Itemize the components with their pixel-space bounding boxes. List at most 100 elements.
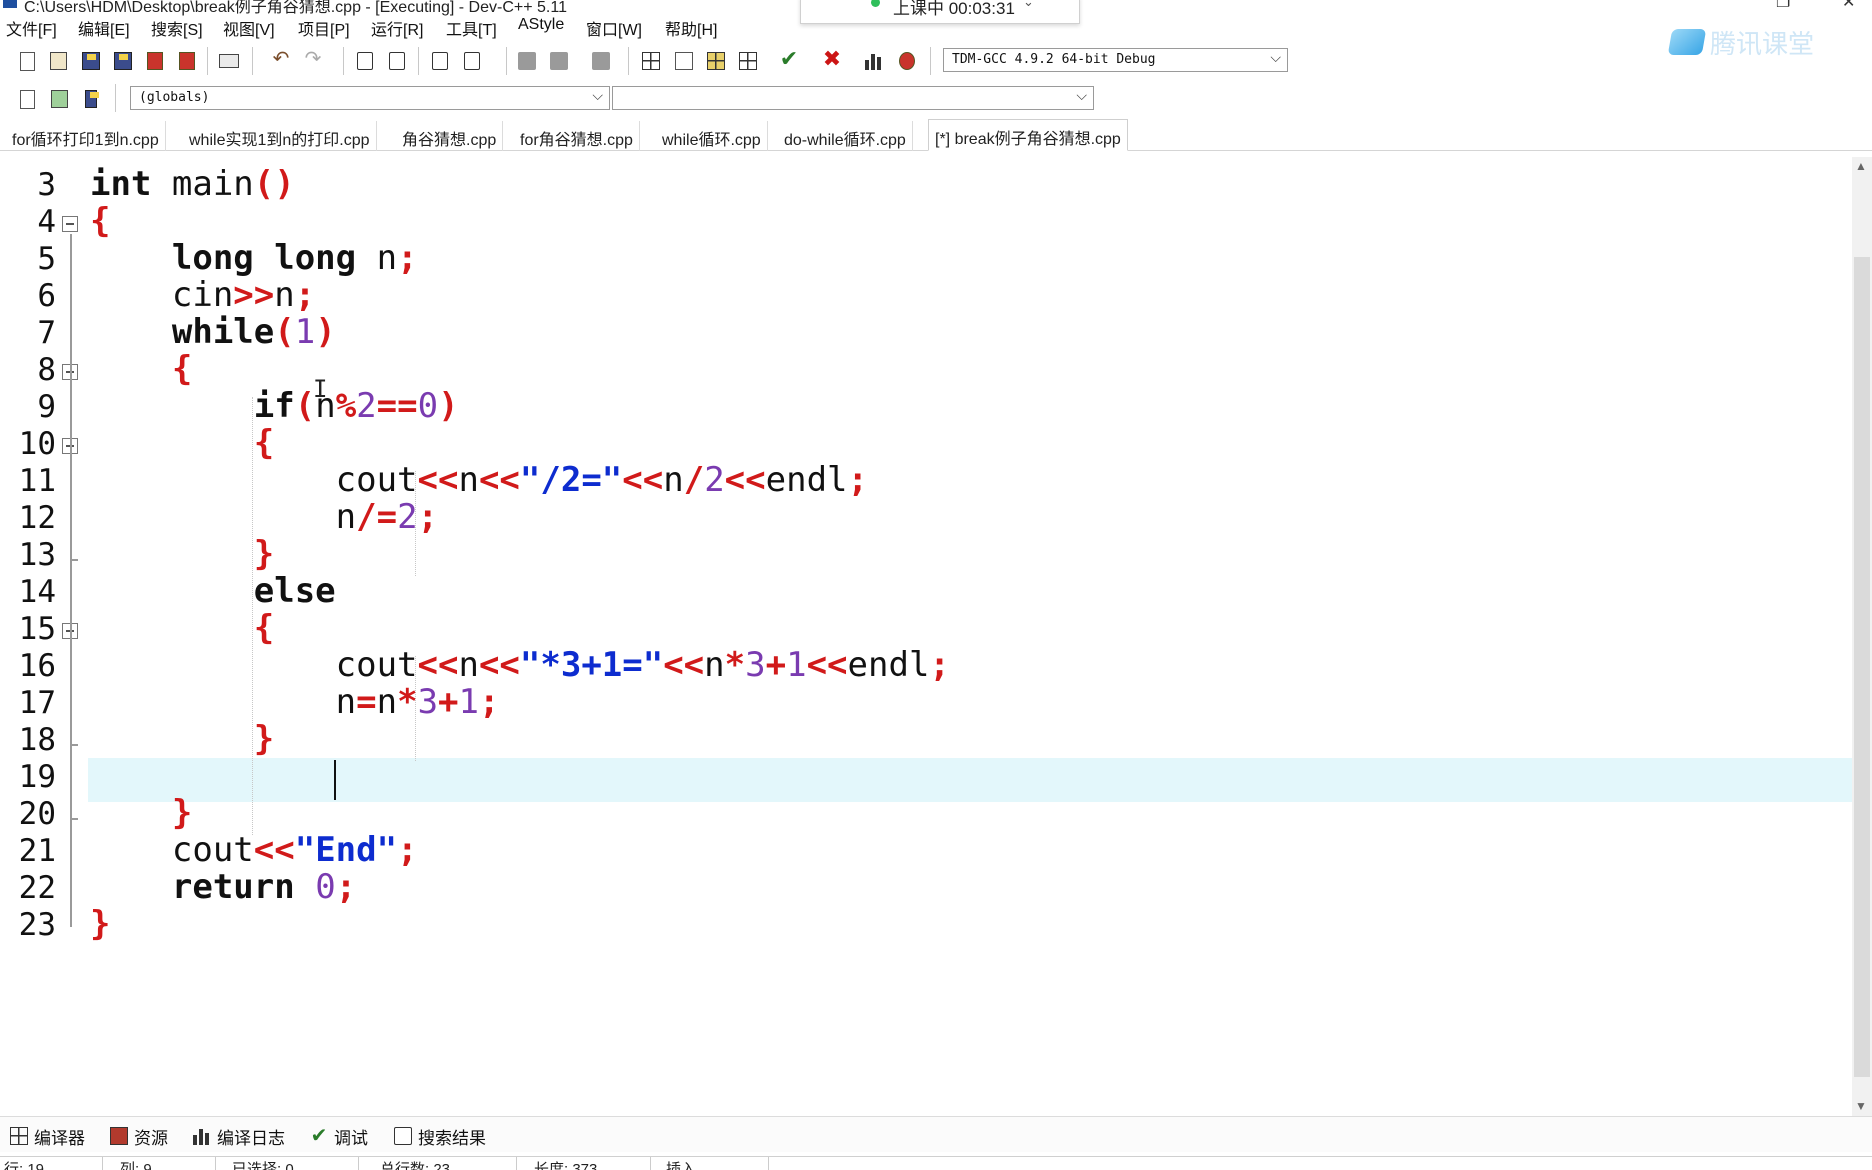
menu-project[interactable]: 项目[P] bbox=[298, 16, 350, 40]
goto-icon[interactable] bbox=[588, 48, 614, 74]
code-line[interactable]: } bbox=[90, 904, 110, 944]
menu-view[interactable]: 视图[V] bbox=[223, 16, 275, 40]
menu-run[interactable]: 运行[R] bbox=[371, 16, 423, 40]
code-line[interactable]: cout<<"End"; bbox=[90, 830, 418, 870]
toolbar-separator bbox=[506, 47, 507, 75]
code-line[interactable]: { bbox=[90, 349, 192, 389]
insert-icon[interactable] bbox=[14, 86, 40, 112]
code-token: { bbox=[253, 423, 275, 463]
chevron-down-icon[interactable]: ⌵ bbox=[592, 88, 603, 104]
code-line[interactable]: if(n%2==0) bbox=[90, 386, 459, 426]
code-token: << bbox=[806, 645, 848, 685]
menu-file[interactable]: 文件[F] bbox=[6, 16, 57, 40]
tab-compile-log[interactable]: 编译日志 bbox=[193, 1123, 285, 1149]
restore-icon[interactable]: ❐ bbox=[1776, 0, 1790, 12]
scroll-down-icon[interactable]: ▼ bbox=[1855, 1099, 1867, 1113]
back-icon[interactable] bbox=[514, 48, 540, 74]
run-icon[interactable] bbox=[671, 48, 697, 74]
undo-icon[interactable]: ↶ bbox=[268, 46, 294, 72]
code-token: "*3+1=" bbox=[519, 645, 664, 685]
rebuild-icon[interactable] bbox=[735, 48, 761, 74]
compiler-profile-select[interactable]: TDM-GCC 4.9.2 64-bit Debug ⌵ bbox=[943, 48, 1288, 72]
code-line[interactable]: else bbox=[90, 571, 336, 611]
line-number: 15 bbox=[18, 611, 56, 647]
tab-resources[interactable]: 资源 bbox=[110, 1123, 168, 1149]
code-line[interactable]: while(1) bbox=[90, 312, 336, 352]
tab-file[interactable]: while实现1到n的打印.cpp bbox=[183, 121, 377, 151]
tab-file[interactable]: while循环.cpp bbox=[656, 121, 768, 151]
compile-icon[interactable] bbox=[638, 48, 664, 74]
chevron-down-icon[interactable]: ⌵ bbox=[1270, 50, 1281, 66]
code-token: ; bbox=[335, 867, 357, 907]
menu-tools[interactable]: 工具[T] bbox=[446, 16, 497, 40]
function-select[interactable]: ⌵ bbox=[612, 86, 1094, 110]
tab-debug[interactable]: ✔ 调试 bbox=[310, 1123, 368, 1149]
fold-toggle-icon[interactable] bbox=[62, 216, 78, 232]
code-line[interactable]: cin>>n; bbox=[90, 275, 315, 315]
print-icon[interactable] bbox=[216, 48, 242, 74]
code-token: 2 bbox=[704, 460, 725, 500]
toggle-bookmark-icon[interactable] bbox=[46, 86, 72, 112]
menu-help[interactable]: 帮助[H] bbox=[665, 16, 717, 40]
find-icon[interactable] bbox=[352, 48, 378, 74]
code-token: cout bbox=[90, 460, 418, 500]
syntax-check-icon[interactable]: ✔ bbox=[776, 46, 802, 72]
code-line[interactable]: } bbox=[90, 534, 274, 574]
code-line[interactable]: long long n; bbox=[90, 238, 418, 278]
debug-icon[interactable] bbox=[894, 48, 920, 74]
code-line[interactable]: } bbox=[90, 793, 192, 833]
scrollbar-thumb[interactable] bbox=[1854, 257, 1870, 1077]
code-line[interactable]: { bbox=[90, 201, 110, 241]
menu-edit[interactable]: 编辑[E] bbox=[78, 16, 130, 40]
unindent-icon[interactable] bbox=[459, 48, 485, 74]
menu-window[interactable]: 窗口[W] bbox=[586, 16, 642, 40]
tab-search-results[interactable]: 搜索结果 bbox=[394, 1123, 486, 1149]
close-icon[interactable] bbox=[142, 48, 168, 74]
goto-bookmark-icon[interactable] bbox=[78, 86, 104, 112]
code-line[interactable]: { bbox=[90, 608, 274, 648]
profile-icon[interactable] bbox=[862, 48, 888, 74]
open-file-icon[interactable] bbox=[45, 48, 71, 74]
code-line[interactable]: n=n*3+1; bbox=[90, 682, 500, 722]
scroll-up-icon[interactable]: ▲ bbox=[1855, 159, 1867, 173]
save-icon[interactable] bbox=[78, 48, 104, 74]
code-token: if bbox=[253, 386, 295, 426]
code-line[interactable]: int main() bbox=[90, 164, 295, 204]
forward-icon[interactable] bbox=[546, 48, 572, 74]
code-line[interactable]: cout<<n<<"*3+1="<<n*3+1<<endl; bbox=[90, 645, 950, 685]
code-token: << bbox=[478, 645, 520, 685]
stop-icon[interactable]: ✖ bbox=[819, 46, 845, 72]
code-line[interactable]: } bbox=[90, 719, 274, 759]
code-line[interactable]: n/=2; bbox=[90, 497, 438, 537]
code-line[interactable]: cout<<n<<"/2="<<n/2<<endl; bbox=[90, 460, 868, 500]
chevron-down-icon[interactable]: ⌄ bbox=[1023, 0, 1034, 10]
close-all-icon[interactable] bbox=[174, 48, 200, 74]
new-file-icon[interactable] bbox=[14, 48, 40, 74]
code-token: "End" bbox=[294, 830, 398, 870]
scope-select[interactable]: (globals) ⌵ bbox=[130, 86, 610, 110]
tab-file[interactable]: for角谷猜想.cpp bbox=[514, 121, 640, 151]
watermark-text: 腾讯课堂 bbox=[1710, 28, 1815, 59]
code-line[interactable]: { bbox=[90, 423, 274, 463]
code-line[interactable]: return 0; bbox=[90, 867, 356, 907]
chevron-down-icon[interactable]: ⌵ bbox=[1076, 88, 1087, 104]
menu-astyle[interactable]: AStyle bbox=[518, 16, 564, 34]
tab-file[interactable]: for循环打印1到n.cpp bbox=[6, 121, 166, 151]
replace-icon[interactable] bbox=[384, 48, 410, 74]
indent-icon[interactable] bbox=[427, 48, 453, 74]
tab-file-active[interactable]: [*] break例子角谷猜想.cpp bbox=[928, 119, 1128, 151]
vertical-scrollbar[interactable]: ▲ ▼ bbox=[1852, 157, 1872, 1117]
tab-compiler[interactable]: 编译器 bbox=[10, 1123, 85, 1149]
menu-search[interactable]: 搜索[S] bbox=[151, 16, 203, 40]
tab-file[interactable]: 角谷猜想.cpp bbox=[396, 121, 504, 151]
tab-file[interactable]: do-while循环.cpp bbox=[778, 121, 913, 151]
compile-run-icon[interactable] bbox=[703, 48, 729, 74]
save-all-icon[interactable] bbox=[110, 48, 136, 74]
redo-icon[interactable]: ↷ bbox=[300, 46, 326, 72]
code-editor[interactable]: 3 4 5 6 7 8 9 10 11 12 13 14 15 16 17 18 19 20 21 22 23 int … bbox=[0, 157, 1872, 1117]
line-number: 8 bbox=[37, 352, 56, 388]
close-window-icon[interactable]: ✕ bbox=[1842, 0, 1855, 12]
